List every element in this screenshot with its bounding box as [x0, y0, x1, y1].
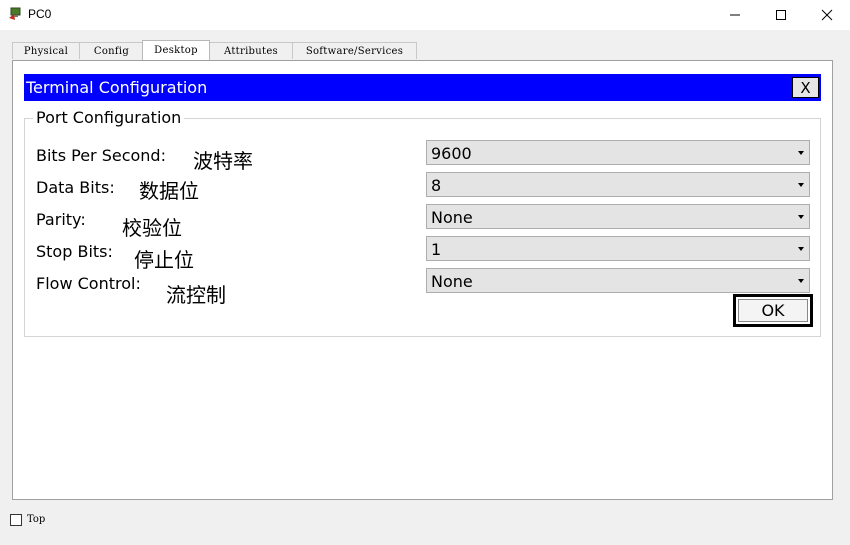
- top-checkbox[interactable]: [10, 514, 22, 526]
- tab-physical[interactable]: Physical: [12, 42, 80, 59]
- minimize-icon: [730, 14, 740, 16]
- stop-bits-annotation: 停止位: [134, 248, 194, 272]
- tab-desktop[interactable]: Desktop: [142, 40, 210, 60]
- flow-control-annotation: 流控制: [166, 283, 226, 307]
- maximize-button[interactable]: [758, 0, 804, 30]
- dialog-title: Terminal Configuration: [26, 78, 208, 97]
- chevron-down-icon: [798, 183, 804, 187]
- chevron-down-icon: [798, 279, 804, 283]
- port-configuration-group: Port Configuration Bits Per Second: 波特率 …: [24, 108, 821, 337]
- data-bits-label: Data Bits:: [36, 178, 115, 197]
- terminal-config-header: Terminal Configuration X: [24, 74, 821, 101]
- chevron-down-icon: [798, 215, 804, 219]
- flow-control-select[interactable]: None: [426, 268, 810, 293]
- title-bar: PC0: [0, 0, 850, 30]
- maximize-icon: [776, 10, 786, 20]
- chevron-down-icon: [798, 151, 804, 155]
- chevron-down-icon: [798, 247, 804, 251]
- flow-control-label: Flow Control:: [36, 274, 141, 293]
- desktop-panel: Terminal Configuration X Port Configurat…: [12, 60, 833, 500]
- window-title: PC0: [28, 7, 52, 21]
- minimize-button[interactable]: [712, 0, 758, 30]
- stop-bits-label: Stop Bits:: [36, 242, 113, 261]
- ok-button[interactable]: OK: [733, 294, 813, 327]
- dialog-close-button[interactable]: X: [792, 77, 819, 98]
- data-bits-select[interactable]: 8: [426, 172, 810, 197]
- bits-per-second-label: Bits Per Second:: [36, 146, 166, 165]
- pc-app-icon: [8, 6, 24, 22]
- bits-per-second-select[interactable]: 9600: [426, 140, 810, 165]
- group-title: Port Configuration: [33, 108, 185, 127]
- tab-attributes[interactable]: Attributes: [209, 42, 293, 59]
- top-checkbox-label: Top: [27, 514, 46, 525]
- parity-annotation: 校验位: [122, 216, 182, 240]
- parity-label: Parity:: [36, 210, 86, 229]
- close-window-button[interactable]: [804, 0, 850, 30]
- tab-config[interactable]: Config: [79, 42, 144, 59]
- data-bits-annotation: 数据位: [139, 179, 199, 203]
- stop-bits-select[interactable]: 1: [426, 236, 810, 261]
- tab-software-services[interactable]: Software/Services: [292, 42, 417, 59]
- parity-select[interactable]: None: [426, 204, 810, 229]
- baud-rate-annotation: 波特率: [193, 149, 253, 173]
- close-icon: [821, 9, 833, 21]
